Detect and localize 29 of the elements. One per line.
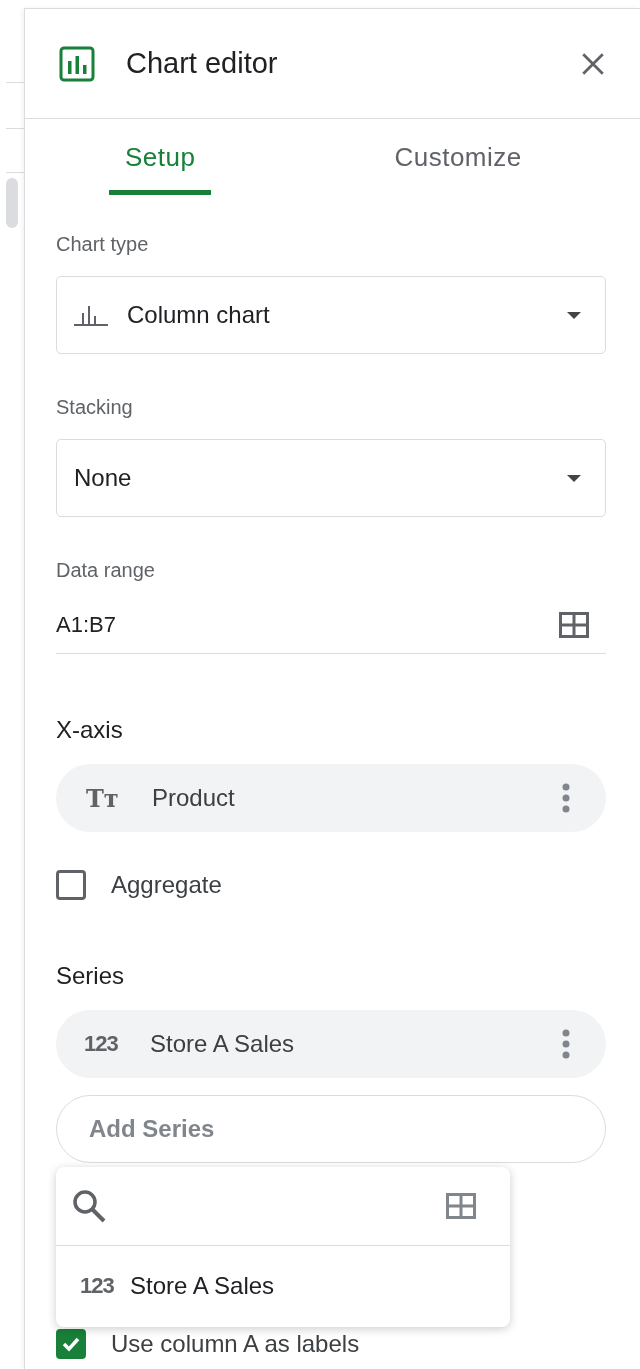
more-icon[interactable] — [562, 1029, 570, 1059]
caret-icon — [567, 474, 581, 482]
grid-icon[interactable] — [446, 1193, 476, 1219]
stacking-dropdown[interactable]: None — [56, 439, 606, 517]
add-series-field[interactable]: Add Series — [56, 1095, 606, 1163]
caret-icon — [567, 311, 581, 319]
bar-chart-icon — [74, 304, 108, 326]
chart-type-dropdown[interactable]: Column chart — [56, 276, 606, 354]
tab[interactable]: Setup — [109, 119, 212, 195]
checkbox-label: Use column A as labels — [111, 1330, 360, 1358]
scrollbar-thumb[interactable] — [6, 178, 18, 228]
checkbox[interactable] — [56, 870, 86, 900]
panel-title: Chart editor — [126, 47, 279, 80]
checkbox-label: Aggregate — [111, 871, 222, 899]
menu-item[interactable]: 123 Store A Sales — [56, 1246, 510, 1326]
more-icon[interactable] — [562, 783, 570, 813]
x-axis-chip[interactable]: Tт Product — [56, 764, 606, 832]
search-icon[interactable] — [72, 1189, 106, 1223]
section-heading: X-axis — [56, 716, 123, 744]
series-chip[interactable]: 123 Store A Sales — [56, 1010, 606, 1078]
field-label: Chart type — [56, 233, 149, 256]
checkbox[interactable] — [56, 1329, 86, 1359]
field-label: Stacking — [56, 396, 133, 419]
grid-icon[interactable] — [559, 611, 589, 638]
data-range-field[interactable]: A1:B7 — [56, 596, 606, 654]
field-label: Data range — [56, 559, 155, 582]
bar-chart-icon — [59, 45, 95, 82]
tab[interactable]: Customize — [394, 119, 522, 195]
section-heading: Series — [56, 962, 125, 990]
